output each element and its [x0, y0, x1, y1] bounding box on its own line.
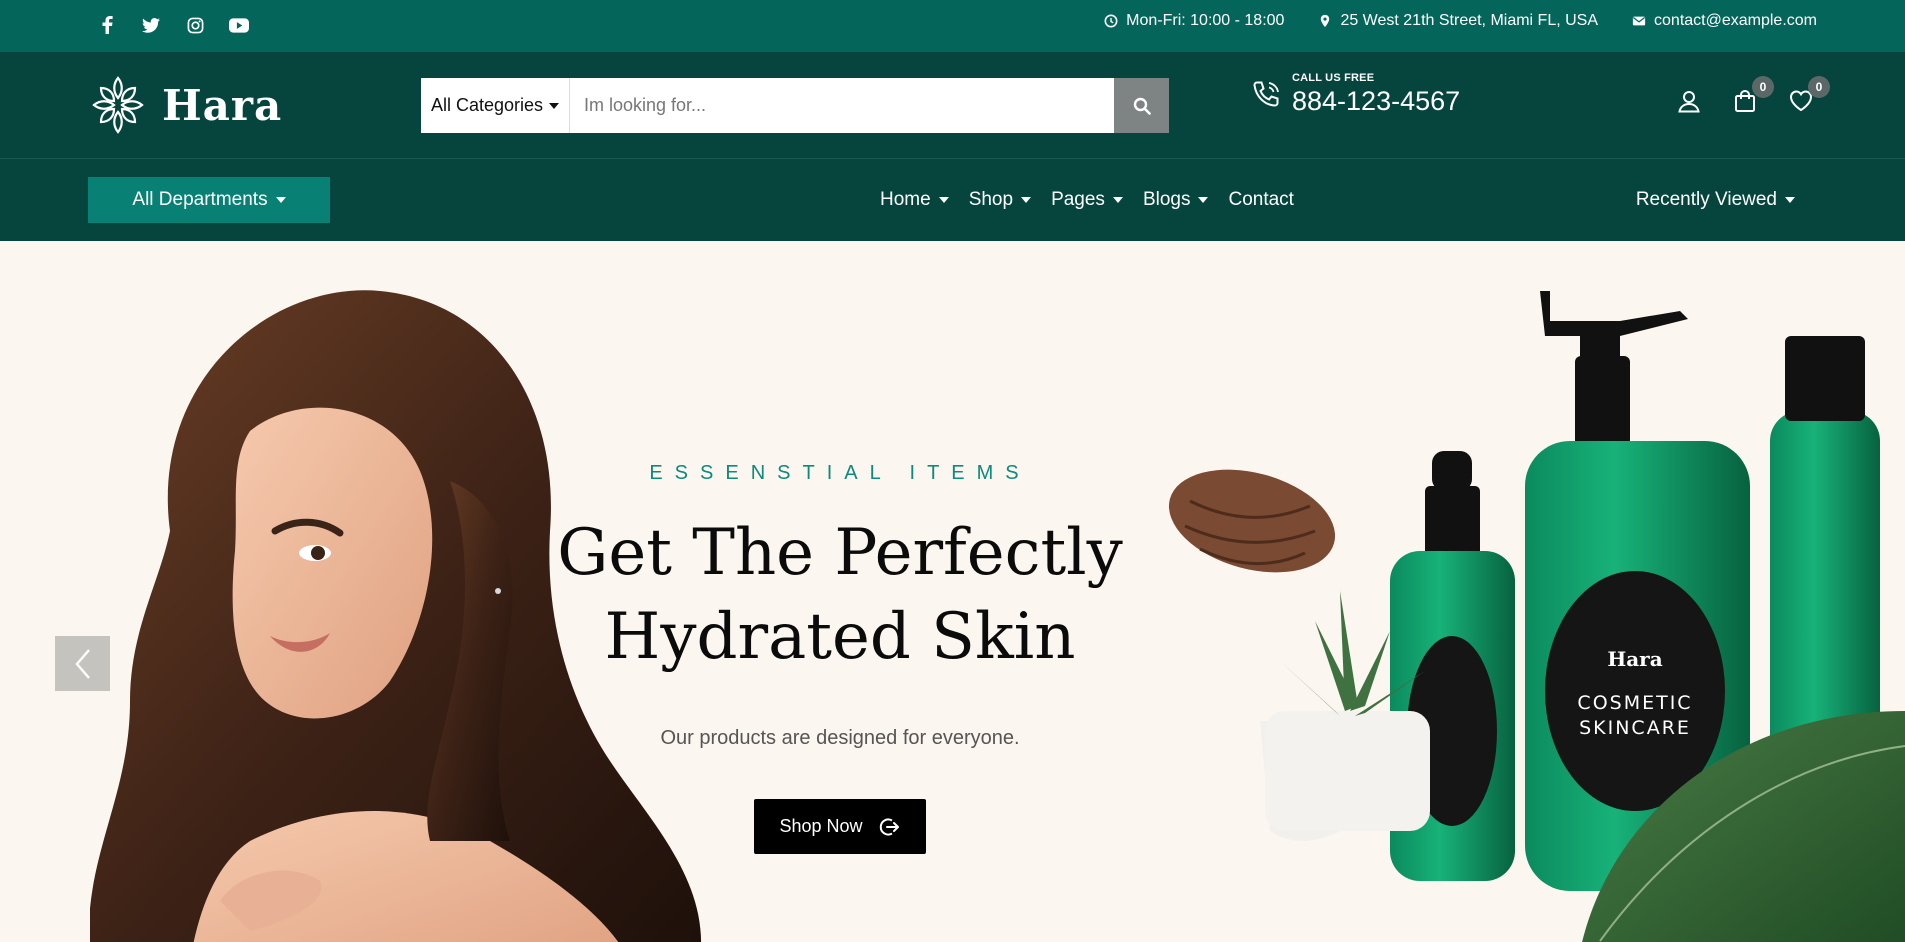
social-links: [96, 14, 250, 36]
phone-number[interactable]: 884-123-4567: [1292, 86, 1460, 117]
chevron-down-icon: [1112, 197, 1123, 203]
chevron-down-icon: [275, 197, 286, 203]
logo-text: Hara: [162, 80, 283, 130]
clock-icon: [1104, 14, 1118, 28]
youtube-icon[interactable]: [228, 14, 250, 36]
map-pin-icon: [1321, 14, 1330, 28]
chevron-down-icon: [1785, 197, 1795, 203]
phone-icon: [1253, 81, 1279, 107]
main-header: Hara All Categories CALL US FREE 884-123…: [0, 52, 1905, 159]
chevron-down-icon: [549, 102, 560, 109]
search-button[interactable]: [1114, 78, 1169, 133]
hero-subtitle: Our products are designed for everyone.: [660, 727, 1020, 749]
chevron-down-icon: [1198, 197, 1209, 203]
wishlist-count-badge: 0: [1808, 76, 1830, 98]
slider-prev-button[interactable]: [55, 636, 110, 691]
contact-info: Mon-Fri: 10:00 - 18:00 25 West 21th Stre…: [1104, 12, 1817, 30]
contact-email[interactable]: contact@example.com: [1632, 12, 1817, 30]
nav-item-label: Pages: [1051, 189, 1105, 210]
nav-item-label: Contact: [1228, 189, 1294, 210]
recently-viewed-label: Recently Viewed: [1635, 189, 1777, 210]
email-text[interactable]: contact@example.com: [1654, 12, 1817, 30]
all-departments-button[interactable]: All Departments: [88, 177, 330, 223]
chevron-down-icon: [938, 197, 949, 203]
recently-viewed-dropdown[interactable]: Recently Viewed: [1636, 189, 1795, 211]
envelope-icon: [1632, 16, 1646, 26]
shop-now-button[interactable]: Shop Now: [754, 799, 926, 854]
header-actions: 0 0: [1676, 76, 1830, 114]
hero-headline-line1: Get The Perfectly: [557, 516, 1123, 590]
all-departments-label: All Departments: [132, 189, 268, 210]
nav-item-label: Blogs: [1142, 189, 1191, 210]
hero-headline-line2: Hydrated Skin: [604, 600, 1076, 674]
facebook-icon[interactable]: [96, 14, 118, 36]
nav-item-blogs[interactable]: Blogs: [1143, 189, 1209, 211]
nav-item-home[interactable]: Home: [880, 189, 949, 211]
instagram-icon[interactable]: [184, 14, 206, 36]
category-select[interactable]: All Categories: [421, 78, 570, 133]
wishlist-button[interactable]: 0: [1788, 76, 1830, 114]
cart-button[interactable]: 0: [1732, 76, 1774, 114]
address-text: 25 West 21th Street, Miami FL, USA: [1340, 12, 1599, 29]
phone-contact[interactable]: CALL US FREE 884-123-4567: [1250, 72, 1460, 117]
top-bar: Mon-Fri: 10:00 - 18:00 25 West 21th Stre…: [0, 0, 1905, 52]
sign-in-arrow-icon: [879, 818, 899, 835]
nav-item-contact[interactable]: Contact: [1228, 189, 1293, 211]
nav-item-label: Home: [880, 189, 931, 210]
twitter-icon[interactable]: [140, 14, 162, 36]
search-input[interactable]: [570, 78, 1114, 133]
business-hours: Mon-Fri: 10:00 - 18:00: [1104, 12, 1284, 30]
account-button[interactable]: [1676, 88, 1702, 114]
search-icon: [1133, 97, 1151, 115]
hero-slider: Hara COSMETIC SKINCARE ESSENSTIAL ITEMS …: [0, 241, 1905, 942]
nav-item-shop[interactable]: Shop: [968, 189, 1032, 211]
main-navigation: All Departments Home Shop Pages Blogs Co…: [0, 159, 1905, 241]
nav-item-label: Shop: [968, 189, 1014, 210]
cart-count-badge: 0: [1752, 76, 1774, 98]
logo[interactable]: Hara: [88, 74, 282, 136]
search-bar: All Categories: [421, 78, 1169, 133]
hero-headline: Get The Perfectly Hydrated Skin: [0, 511, 1680, 679]
chevron-left-icon: [74, 648, 90, 679]
store-address: 25 West 21th Street, Miami FL, USA: [1318, 12, 1598, 30]
hours-text: Mon-Fri: 10:00 - 18:00: [1126, 12, 1285, 29]
nav-menu: Home Shop Pages Blogs Contact: [880, 189, 1294, 211]
phone-label: CALL US FREE: [1292, 72, 1375, 84]
leaf-logo-icon: [92, 76, 144, 134]
bottle-label-line1: COSMETIC: [1577, 692, 1692, 714]
chevron-down-icon: [1021, 197, 1032, 203]
nav-item-pages[interactable]: Pages: [1051, 189, 1123, 211]
category-select-value: All Categories: [430, 95, 544, 115]
hero-eyebrow: ESSENSTIAL ITEMS: [649, 462, 1031, 484]
user-icon: [1678, 91, 1700, 113]
shop-now-label: Shop Now: [779, 816, 863, 836]
